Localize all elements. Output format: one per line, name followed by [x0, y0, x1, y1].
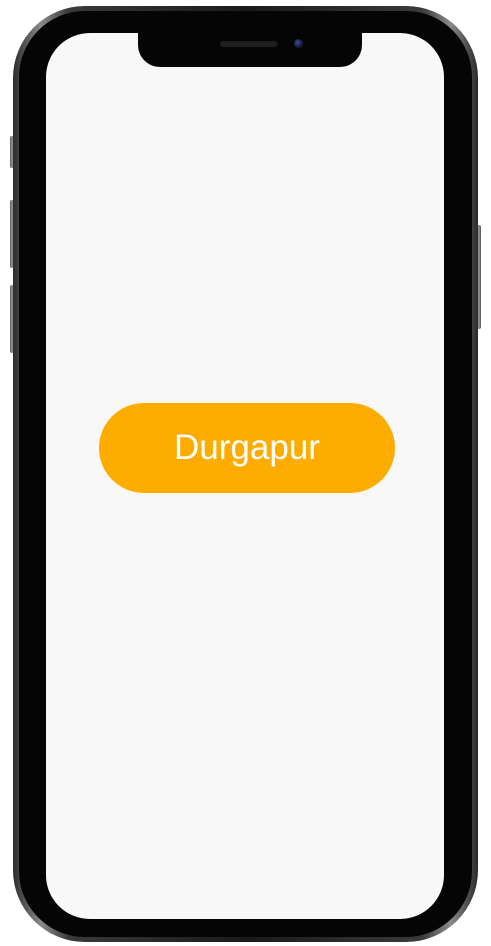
device-mockup: Durgapur	[0, 0, 491, 946]
city-button[interactable]: Durgapur	[99, 403, 395, 493]
front-camera-icon	[294, 39, 303, 48]
speaker-grille	[220, 40, 278, 47]
